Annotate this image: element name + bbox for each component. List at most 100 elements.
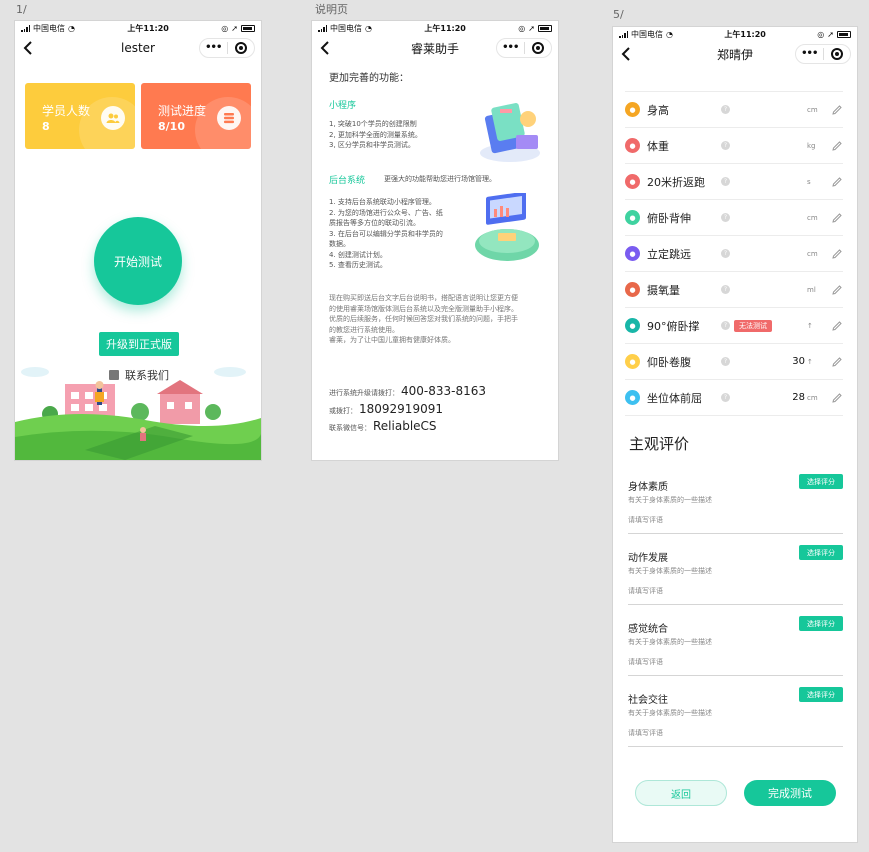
measurement-row[interactable]: ● 摄氧量? ml [625,272,843,308]
signal-icon [21,24,30,32]
student-count-label: 学员人数 [42,104,91,118]
student-count-value: 8 [42,120,50,133]
upgrade-phone-number[interactable]: 400-833-8163 [401,384,486,398]
edit-pencil-icon[interactable] [831,104,843,116]
measurement-unit: cm [807,213,818,222]
help-icon[interactable]: ? [721,177,730,186]
comment-input[interactable]: 请填写评语 [628,728,663,738]
status-time: 上午11:20 [127,23,169,33]
evaluation-title: 动作发展 [628,553,668,564]
edit-pencil-icon[interactable] [831,212,843,224]
help-icon[interactable]: ? [721,105,730,114]
list-item: 4. 创建测试计划。 [329,250,387,259]
measurement-row[interactable]: ● 仰卧卷腹? 30 ↑ [625,344,843,380]
help-icon[interactable]: ? [721,249,730,258]
measurement-row[interactable]: ● 体重? kg [625,128,843,164]
comment-input[interactable]: 请填写评语 [628,515,663,525]
help-icon[interactable]: ? [721,141,730,150]
edit-pencil-icon[interactable] [831,140,843,152]
back-button[interactable]: 返回 [635,780,727,806]
close-target-icon[interactable] [228,42,255,54]
edit-pencil-icon[interactable] [831,284,843,296]
measurement-name: 90°俯卧撑 [647,319,700,333]
comment-input[interactable]: 请填写评语 [628,586,663,596]
measurement-unit: ↑ [807,357,813,366]
select-score-button[interactable]: 选择评分 [799,474,843,489]
measurement-name: 仰卧卷腹 [647,355,691,369]
measurement-row[interactable]: ● 俯卧背伸? cm [625,200,843,236]
evaluation-item: 身体素质有关于身体素质的一些描述 请填写评语 选择评分 [628,464,843,534]
measurement-row[interactable]: ● 身高? cm [625,92,843,128]
evaluation-item: 感觉统合 有关于身体素质的一些描述 请填写评语 选择评分 [628,606,843,676]
start-test-button[interactable]: 开始测试 [94,217,182,305]
student-count-card[interactable]: 学员人数 8 [25,83,135,149]
finish-test-button[interactable]: 完成测试 [744,780,836,806]
comment-input[interactable]: 请填写评语 [628,657,663,667]
measurement-unit: kg [807,141,816,150]
backend-heading: 后台系统 [329,176,366,186]
help-icon[interactable]: ? [721,357,730,366]
wechat-id[interactable]: ReliableCS [373,419,437,433]
backend-illustration [475,193,539,261]
alt-phone-number[interactable]: 18092919091 [359,402,443,416]
status-time: 上午11:20 [724,29,766,39]
measurement-row[interactable]: ● 立定跳远? cm [625,236,843,272]
back-chevron-icon[interactable] [318,39,334,57]
measurement-row[interactable]: ● 90°俯卧撑? 无法测试 ↑ [625,308,843,344]
close-target-icon[interactable] [525,42,552,54]
edit-pencil-icon[interactable] [831,392,843,404]
help-icon[interactable]: ? [721,285,730,294]
edit-pencil-icon[interactable] [831,248,843,260]
measurement-unit: cm [807,393,818,402]
features-intro: 更加完善的功能： [329,73,409,84]
list-item: 3. 在后台可以编辑分学员和非学员的 [329,229,443,238]
measurement-unit: cm [807,105,818,114]
list-item: 1. 支持后台系统联动小程序管理。 [329,198,436,206]
wechat-line: 联系微信号： ReliableCS [329,419,437,433]
help-icon[interactable]: ? [721,393,730,402]
measurement-unit: ml [807,285,816,294]
paragraph-line: 睿莱，为了让中国儿童拥有健康好体质。 [329,336,455,344]
paragraph-line: 的使用睿莱场馆版体测后台系统以及完全版测量助手小程序。 [329,304,518,313]
back-chevron-icon[interactable] [619,45,635,63]
test-progress-card[interactable]: 测试进度 8/10 [141,83,251,149]
measurement-row[interactable]: ● 坐位体前屈? 28 cm [625,380,843,416]
evaluation-description: 有关于身体素质的一些描述 [628,709,712,717]
location-icon: ➚ [528,23,535,33]
artboard-label-2: 说明页 [315,3,348,16]
select-score-button[interactable]: 选择评分 [799,616,843,631]
wifi-icon: ◔ [666,29,673,39]
evaluation-item: 动作发展 有关于身体素质的一些描述 请填写评语 选择评分 [628,535,843,605]
upgrade-phone-line: 进行系统升级请拨打： 400-833-8163 [329,384,486,398]
pushup-icon: ● [625,318,640,333]
measurement-value[interactable]: 30 [792,356,805,367]
weight-icon: ● [625,138,640,153]
carrier-label: 中国电信 [631,29,663,39]
list-item: 3, 区分学员和非学员测试。 [329,141,415,149]
measurement-row[interactable]: ● 20米折返跑? s [625,164,843,200]
select-score-button[interactable]: 选择评分 [799,545,843,560]
back-chevron-icon[interactable] [21,39,37,57]
users-icon [101,106,125,130]
evaluation-description: 有关于身体素质的一些描述 [628,496,712,504]
status-badge: 无法测试 [734,319,772,332]
more-dots-icon[interactable]: ••• [497,39,524,57]
edit-pencil-icon[interactable] [831,356,843,368]
help-icon[interactable]: ? [721,321,730,330]
select-score-button[interactable]: 选择评分 [799,687,843,702]
measurement-value[interactable]: 28 [792,392,805,403]
edit-pencil-icon[interactable] [831,320,843,332]
nav-bar: lester ••• [15,35,261,61]
list-item: 数据。 [329,240,350,248]
evaluation-title: 身体素质 [628,482,668,493]
measurement-name: 坐位体前屈 [647,391,702,405]
more-dots-icon[interactable]: ••• [200,39,227,57]
list-item: 5. 查看历史测试。 [329,261,387,269]
help-icon[interactable]: ? [721,213,730,222]
close-target-icon[interactable] [824,48,851,60]
edit-pencil-icon[interactable] [831,176,843,188]
jump-icon: ● [625,246,640,261]
paragraph-line: 现在购买即送后台文字后台说明书，搭配语言说明让您更方便 [329,294,518,302]
more-dots-icon[interactable]: ••• [796,45,823,63]
mini-program-capsule: ••• [795,44,851,64]
